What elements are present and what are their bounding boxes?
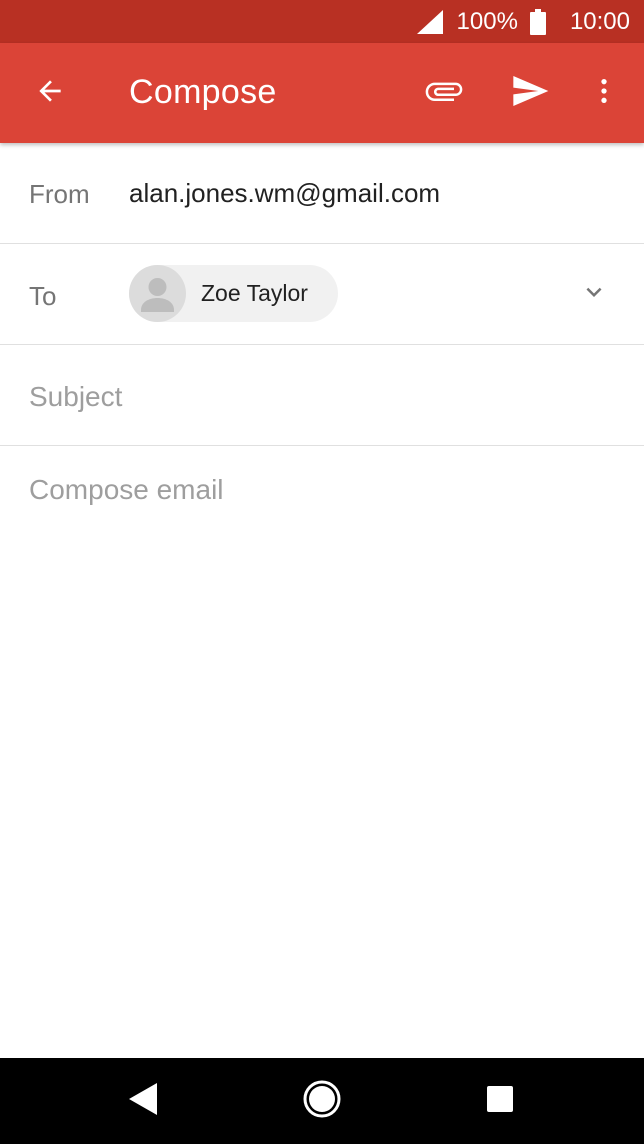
- attach-button[interactable]: [416, 69, 472, 117]
- person-avatar-icon: [129, 265, 186, 322]
- attach-icon: [424, 71, 464, 116]
- signal-icon: [416, 9, 443, 34]
- send-button[interactable]: [502, 69, 558, 117]
- more-options-button[interactable]: [582, 69, 626, 117]
- battery-icon: [529, 8, 548, 35]
- nav-recents-button[interactable]: [476, 1078, 524, 1124]
- app-bar: Compose: [0, 43, 644, 143]
- to-row[interactable]: To Zoe Taylor: [0, 244, 644, 345]
- nav-home-icon: [302, 1079, 342, 1124]
- back-arrow-icon: [34, 75, 66, 112]
- nav-back-button[interactable]: [118, 1078, 168, 1124]
- recipient-name: Zoe Taylor: [201, 280, 308, 306]
- subject-input[interactable]: [29, 377, 619, 417]
- nav-back-icon: [127, 1081, 159, 1122]
- navigation-bar: [0, 1058, 644, 1144]
- more-vert-icon: [588, 75, 620, 112]
- page-title: Compose: [129, 73, 277, 111]
- battery-percent: 100%: [456, 7, 518, 35]
- status-bar: 100% 10:00: [0, 0, 644, 43]
- clock: 10:00: [569, 7, 630, 35]
- from-row[interactable]: From alan.jones.wm@gmail.com: [0, 143, 644, 244]
- from-address[interactable]: alan.jones.wm@gmail.com: [129, 178, 440, 209]
- compose-body-input[interactable]: [29, 474, 619, 1034]
- subject-row: [0, 345, 644, 446]
- send-icon: [510, 71, 550, 116]
- nav-recents-icon: [486, 1085, 514, 1118]
- expand-recipients-button[interactable]: [572, 276, 616, 312]
- chevron-down-icon: [579, 277, 609, 312]
- to-label: To: [29, 281, 57, 311]
- recipient-chip[interactable]: Zoe Taylor: [129, 265, 338, 322]
- from-label: From: [29, 179, 90, 209]
- back-button[interactable]: [22, 69, 78, 117]
- nav-home-button[interactable]: [298, 1078, 346, 1124]
